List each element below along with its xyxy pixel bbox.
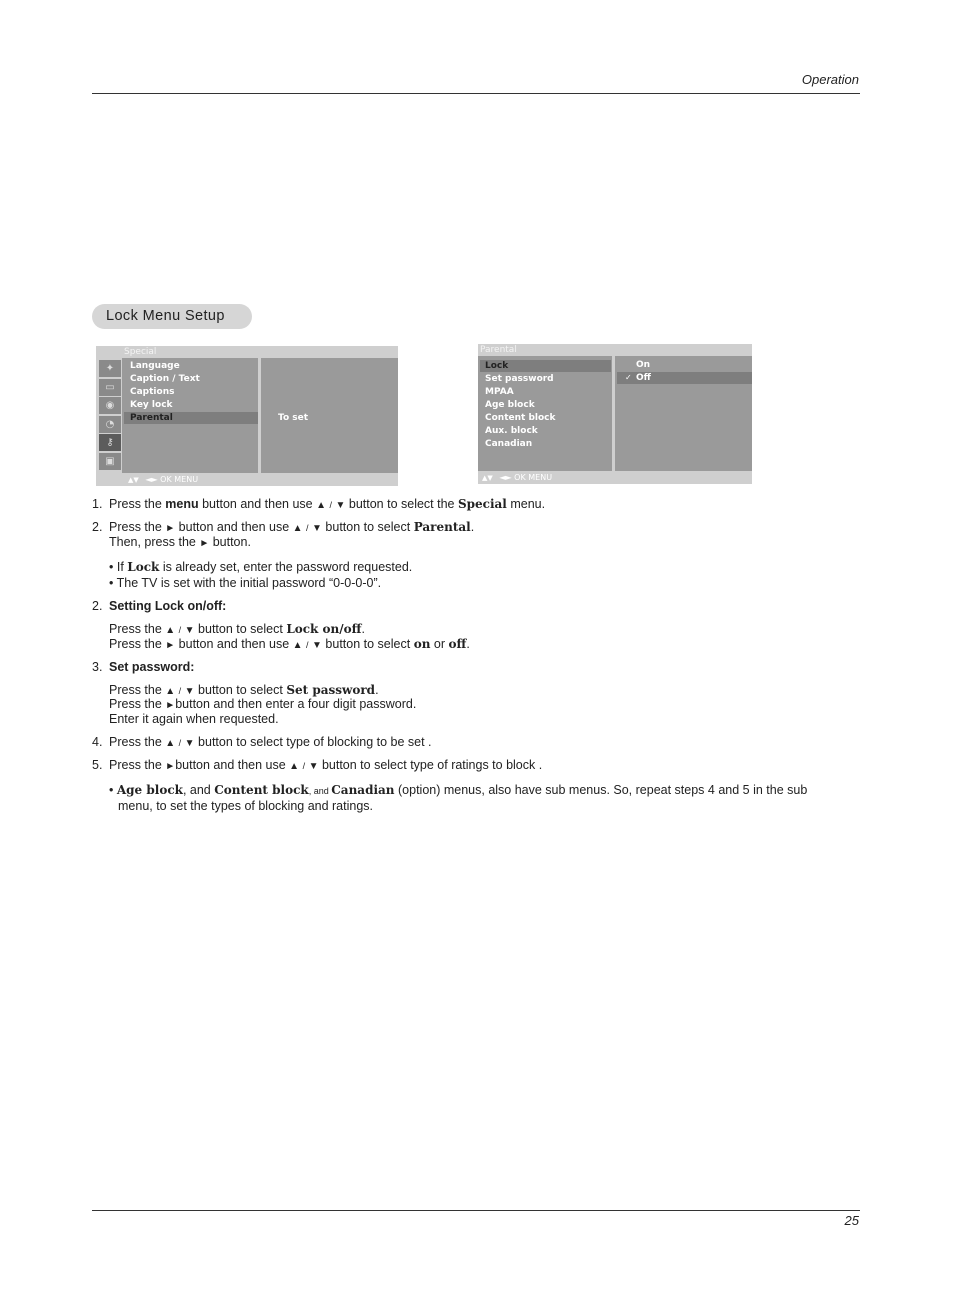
menu-item-captions[interactable]: Captions <box>124 386 258 398</box>
up-down-arrows-icon: ▲▼ <box>482 474 493 482</box>
note-initial-password: • The TV is set with the initial passwor… <box>109 576 382 590</box>
step-2-line-2: Then, press the ► button. <box>109 535 251 549</box>
menu-item-lock[interactable]: Lock <box>480 360 611 372</box>
step-setting-lock-heading: 2. Setting Lock on/off: <box>92 599 227 613</box>
osd-icon-bar: ✦ ▭ ◉ ◔ ⚷ ▣ <box>96 358 122 473</box>
up-arrow-icon: ▲ <box>292 523 303 534</box>
up-down-arrows-icon: ▲▼ <box>128 476 139 484</box>
step-set-password-line-3: Enter it again when requested. <box>109 712 279 726</box>
step-setting-lock-line-2: Press the ► button and then use ▲ / ▼ bu… <box>109 637 470 651</box>
up-arrow-icon: ▲ <box>289 761 300 772</box>
right-arrow-icon: ► <box>165 523 176 534</box>
up-arrow-icon: ▲ <box>165 686 176 697</box>
right-arrow-icon: ► <box>165 700 176 711</box>
osd-divider <box>258 358 261 473</box>
speaker-icon[interactable]: ◉ <box>99 397 121 414</box>
menu-item-language[interactable]: Language <box>124 360 258 372</box>
menu-item-caption-text[interactable]: Caption / Text <box>124 373 258 385</box>
section-title: Lock Menu Setup <box>92 304 252 329</box>
header-rule <box>92 93 860 94</box>
step-set-password-line-2: Press the ►button and then enter a four … <box>109 697 417 711</box>
osd-nav-hint: ◄► OK MENU <box>499 473 553 482</box>
option-on[interactable]: On <box>636 359 650 371</box>
step-setting-lock-line-1: Press the ▲ / ▼ button to select Lock on… <box>109 622 366 636</box>
pc-monitor-icon[interactable]: ▣ <box>99 453 121 470</box>
check-icon: ✓ <box>625 373 632 382</box>
right-arrow-icon: ► <box>199 538 210 549</box>
down-arrow-icon: ▼ <box>335 500 346 511</box>
option-off[interactable]: ✓ Off <box>617 372 752 384</box>
up-arrow-icon: ▲ <box>292 640 303 651</box>
osd-title: Special <box>96 346 398 358</box>
note-sub-menus: • Age block, and Content block, and Cana… <box>109 783 808 797</box>
key-icon[interactable]: ⚷ <box>99 434 121 451</box>
step-5: 5. Press the ►button and then use ▲ / ▼ b… <box>92 758 543 772</box>
down-arrow-icon: ▼ <box>184 686 195 697</box>
right-arrow-icon: ► <box>165 761 176 772</box>
down-arrow-icon: ▼ <box>184 625 195 636</box>
step-1: 1. Press the menu button and then use ▲ /… <box>92 497 546 511</box>
menu-item-canadian[interactable]: Canadian <box>480 438 611 450</box>
header-section-label: Operation <box>801 72 859 87</box>
menu-item-parental[interactable]: Parental <box>124 412 258 424</box>
step-set-password-heading: 3. Set password: <box>92 660 195 674</box>
osd-divider <box>612 356 615 471</box>
satellite-dish-icon[interactable]: ✦ <box>99 360 121 377</box>
step-4: 4. Press the ▲ / ▼ button to select type … <box>92 735 432 749</box>
down-arrow-icon: ▼ <box>312 640 322 651</box>
down-arrow-icon: ▼ <box>312 523 322 534</box>
up-arrow-icon: ▲ <box>316 500 326 511</box>
osd-footer: ▲▼ ◄► OK MENU <box>96 473 398 486</box>
menu-item-mpaa[interactable]: MPAA <box>480 386 611 398</box>
note-sub-menus-line-2: menu, to set the types of blocking and r… <box>118 799 374 813</box>
down-arrow-icon: ▼ <box>308 761 319 772</box>
up-arrow-icon: ▲ <box>165 625 176 636</box>
step-2: 2. Press the ► button and then use ▲ / ▼ … <box>92 520 475 534</box>
osd-parental-menu: Parental Lock Set password MPAA Age bloc… <box>478 344 752 484</box>
clock-icon[interactable]: ◔ <box>99 416 121 433</box>
footer-rule <box>92 1210 860 1211</box>
menu-item-key-lock[interactable]: Key lock <box>124 399 258 411</box>
menu-item-content-block[interactable]: Content block <box>480 412 611 424</box>
right-arrow-icon: ► <box>165 640 176 651</box>
down-arrow-icon: ▼ <box>184 738 195 749</box>
osd-title: Parental <box>478 344 752 356</box>
osd-right-hint: To set <box>278 413 309 423</box>
page-number: 25 <box>844 1213 859 1228</box>
up-arrow-icon: ▲ <box>165 738 176 749</box>
menu-item-aux-block[interactable]: Aux. block <box>480 425 611 437</box>
note-lock-set: • If Lock is already set, enter the pass… <box>109 560 413 574</box>
menu-item-age-block[interactable]: Age block <box>480 399 611 411</box>
menu-item-set-password[interactable]: Set password <box>480 373 611 385</box>
osd-footer: ▲▼ ◄► OK MENU <box>478 471 752 484</box>
osd-special-menu: Special ✦ ▭ ◉ ◔ ⚷ ▣ Language Caption / T… <box>96 346 398 486</box>
picture-icon[interactable]: ▭ <box>99 379 121 396</box>
osd-nav-hint: ◄► OK MENU <box>145 475 199 484</box>
